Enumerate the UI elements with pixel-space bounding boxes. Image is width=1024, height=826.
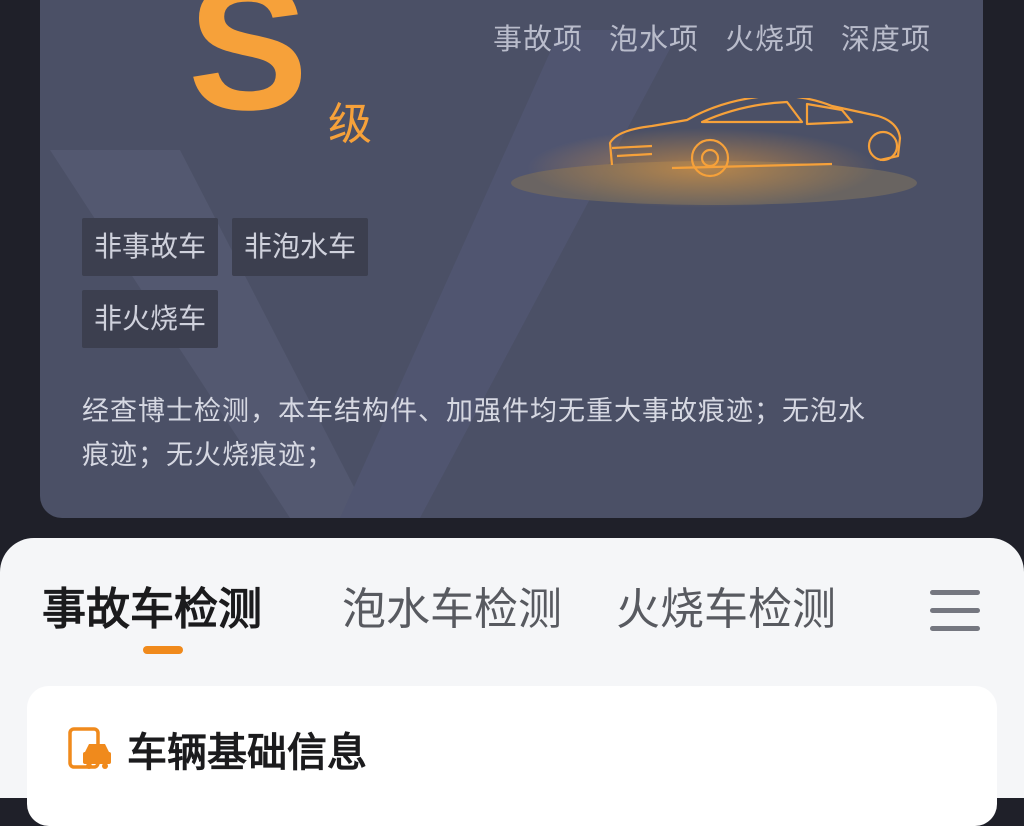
check-items: 事故项 泡水项 火烧项 深度项 xyxy=(493,16,931,58)
summary-line-2: 痕迹；无火烧痕迹； xyxy=(82,440,334,471)
report-card: S 级 事故项 泡水项 火烧项 深度项 非事故车 非泡水车 非火烧车 经查博士检… xyxy=(40,0,983,518)
check-item-depth[interactable]: 深度项 xyxy=(841,16,931,58)
grade-letter: S xyxy=(188,0,309,148)
vehicle-info-card: 车辆基础信息 xyxy=(27,686,997,826)
tag-non-fire: 非火烧车 xyxy=(82,290,219,348)
summary-line-1: 经查博士检测，本车结构件、加强件均无重大事故痕迹；无泡水 xyxy=(82,396,866,427)
car-outline-icon xyxy=(511,98,917,208)
tag-non-accident: 非事故车 xyxy=(82,218,219,276)
check-item-flood[interactable]: 泡水项 xyxy=(609,16,699,58)
menu-icon[interactable] xyxy=(930,590,982,632)
tab-accident-check[interactable]: 事故车检测 xyxy=(42,582,262,638)
tab-fire-check[interactable]: 火烧车检测 xyxy=(616,582,836,638)
info-card-title: 车辆基础信息 xyxy=(127,730,367,776)
tag-non-flood: 非泡水车 xyxy=(232,218,369,276)
tab-flood-check[interactable]: 泡水车检测 xyxy=(342,582,562,638)
active-tab-indicator xyxy=(143,646,183,654)
check-item-accident[interactable]: 事故项 xyxy=(493,16,583,58)
detail-sheet: 事故车检测 泡水车检测 火烧车检测 车辆基础信息 xyxy=(0,538,1024,826)
car-document-icon xyxy=(68,727,111,769)
check-item-fire[interactable]: 火烧项 xyxy=(725,16,815,58)
inspection-summary: 经查博士检测，本车结构件、加强件均无重大事故痕迹；无泡水 痕迹；无火烧痕迹； xyxy=(82,390,942,478)
grade-suffix: 级 xyxy=(328,99,372,150)
